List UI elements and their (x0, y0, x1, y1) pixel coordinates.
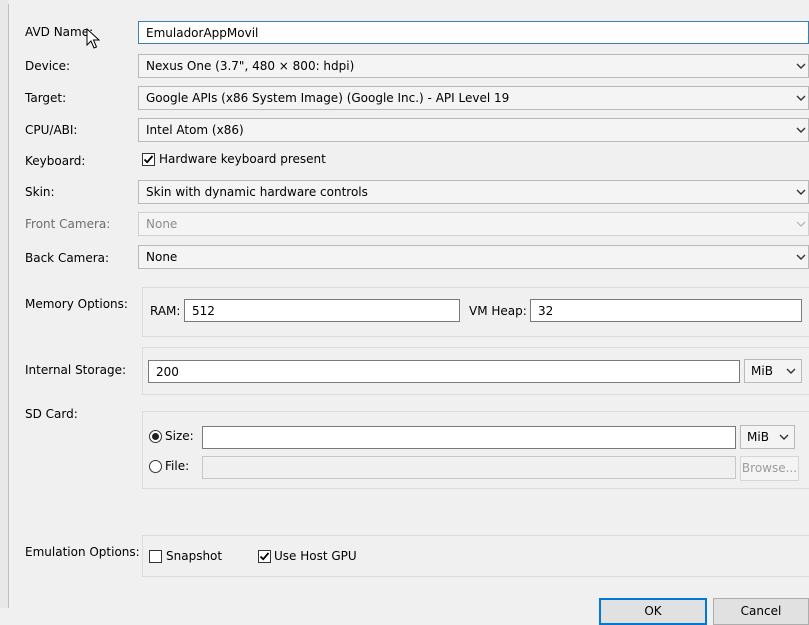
window-left-frame (0, 0, 9, 608)
hardware-keyboard-checkbox[interactable] (142, 153, 155, 166)
ram-input[interactable]: 512 (184, 299, 460, 322)
ram-label: RAM: (150, 304, 181, 318)
memory-options-label: Memory Options: (25, 297, 128, 311)
vm-heap-value: 32 (538, 304, 554, 318)
internal-storage-unit-value: MiB (751, 364, 773, 378)
radio-selected-dot (152, 433, 159, 440)
cpu-abi-value: Intel Atom (x86) (146, 123, 244, 137)
sd-card-label: SD Card: (25, 407, 78, 421)
target-value: Google APIs (x86 System Image) (Google I… (146, 91, 510, 105)
chevron-down-icon (786, 368, 796, 374)
back-camera-value: None (146, 250, 178, 264)
sd-size-input[interactable] (202, 426, 736, 449)
target-select[interactable]: Google APIs (x86 System Image) (Google I… (138, 86, 809, 110)
ram-value: 512 (192, 304, 215, 318)
skin-label: Skin: (25, 185, 55, 199)
chevron-down-icon (796, 63, 806, 69)
hardware-keyboard-label[interactable]: Hardware keyboard present (159, 152, 326, 167)
use-host-gpu-checkbox[interactable] (258, 550, 271, 563)
emulation-options-label: Emulation Options: (25, 545, 140, 559)
vm-heap-input[interactable]: 32 (530, 299, 802, 322)
device-value: Nexus One (3.7", 480 × 800: hdpi) (146, 59, 355, 73)
internal-storage-unit-select[interactable]: MiB (744, 359, 802, 383)
front-camera-value: None (146, 217, 178, 231)
back-camera-select[interactable]: None (138, 245, 809, 269)
use-host-gpu-label[interactable]: Use Host GPU (274, 549, 357, 564)
sd-size-unit-value: MiB (747, 430, 769, 444)
checkmark-icon (259, 552, 270, 561)
cancel-button[interactable]: Cancel (713, 598, 809, 625)
internal-storage-value: 200 (156, 365, 179, 379)
avd-name-input[interactable]: EmuladorAppMovil (138, 21, 809, 44)
sd-file-input (202, 456, 736, 479)
sd-file-radio[interactable] (149, 460, 162, 473)
device-select[interactable]: Nexus One (3.7", 480 × 800: hdpi) (138, 54, 809, 78)
keyboard-label: Keyboard: (25, 154, 86, 168)
device-label: Device: (25, 59, 71, 73)
sd-size-label[interactable]: Size: (165, 429, 194, 444)
front-camera-select: None (138, 212, 809, 236)
internal-storage-input[interactable]: 200 (148, 360, 740, 383)
chevron-down-icon (796, 221, 806, 227)
sd-size-unit-select[interactable]: MiB (740, 425, 795, 449)
vm-heap-label: VM Heap: (469, 304, 527, 318)
back-camera-label: Back Camera: (25, 251, 110, 265)
window-top-frame (8, 0, 809, 4)
mouse-pointer-icon (86, 28, 100, 49)
ok-button[interactable]: OK (599, 598, 707, 625)
snapshot-checkbox[interactable] (149, 550, 162, 563)
chevron-down-icon (796, 127, 806, 133)
internal-storage-label: Internal Storage: (25, 363, 127, 377)
skin-value: Skin with dynamic hardware controls (146, 185, 368, 199)
cpu-abi-label: CPU/ABI: (25, 123, 78, 137)
avd-name-value: EmuladorAppMovil (146, 26, 259, 40)
avd-name-label: AVD Name: (25, 25, 94, 39)
cpu-abi-select[interactable]: Intel Atom (x86) (138, 118, 809, 142)
chevron-down-icon (796, 189, 806, 195)
front-camera-label: Front Camera: (25, 217, 111, 231)
checkmark-icon (143, 155, 154, 164)
sd-file-label[interactable]: File: (165, 459, 189, 474)
chevron-down-icon (796, 254, 806, 260)
browse-button: Browse... (740, 456, 799, 481)
chevron-down-icon (779, 434, 789, 440)
target-label: Target: (25, 91, 67, 105)
emulation-options-group (142, 535, 809, 577)
snapshot-label[interactable]: Snapshot (166, 549, 222, 564)
chevron-down-icon (796, 95, 806, 101)
sd-size-radio[interactable] (149, 430, 162, 443)
skin-select[interactable]: Skin with dynamic hardware controls (138, 180, 809, 204)
